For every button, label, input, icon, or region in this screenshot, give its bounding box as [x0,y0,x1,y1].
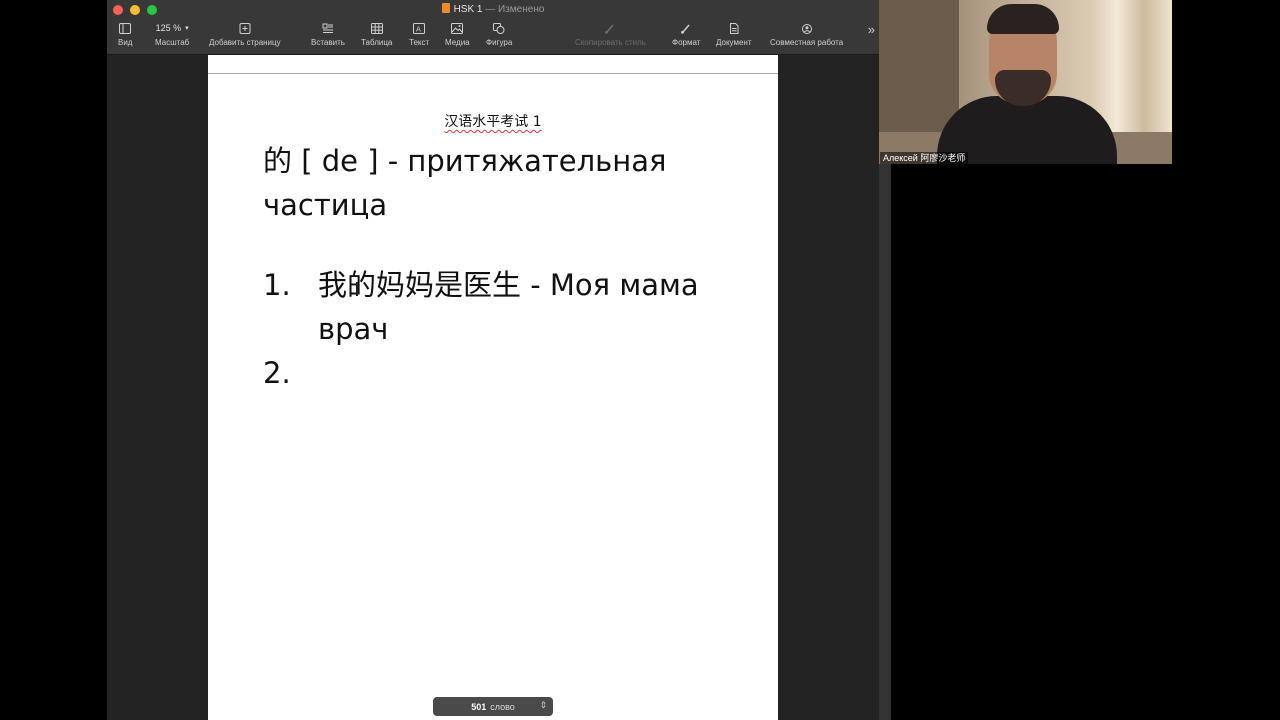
chevron-updown-icon: ⇕ [539,700,547,710]
media-label: Медиа [445,38,470,47]
webcam-video: Алексей 阿廖沙老师 [879,0,1172,164]
document-label: Документ [716,38,752,47]
document-heading[interactable]: 的 [ de ] - притяжательная частица [263,139,733,227]
add-page-button[interactable]: Добавить страницу [209,22,281,52]
image-icon [450,22,464,34]
window-title: HSK 1 — Изменено [107,3,879,15]
format-label: Формат [672,38,701,47]
shape-icon [492,22,506,34]
zoom-value: 125 % [155,23,182,33]
text-cursor-icon [356,282,358,296]
numbered-list: 1. 我的妈妈是医生 - Моя мама врач 2. [263,263,733,390]
document-icon [441,3,450,13]
word-count-unit: слово [490,701,515,712]
collaborate-button[interactable]: Совместная работа [770,22,843,52]
list-number: 1. [263,268,291,302]
header-text: 汉语水平考试 1 [444,114,542,130]
chevron-down-icon: ▾ [185,25,189,32]
insert-button[interactable]: Вставить [311,22,345,52]
zoom-label: Масштаб [155,38,190,47]
participant-name: Алексей 阿廖沙老师 [880,152,969,164]
insert-label: Вставить [311,38,345,47]
list-item-text: 我的妈妈是医生 - Моя мама врач [318,268,699,346]
toolbar: HSK 1 — Изменено Вид 125 % ▾ Масштаб Доба… [107,0,879,55]
text-label: Текст [409,38,430,47]
document-status: Изменено [498,4,545,15]
add-page-label: Добавить страницу [209,38,281,47]
list-number: 2. [263,356,291,390]
word-count-number: 501 [471,701,487,712]
copy-style-button[interactable]: Скопировать стиль [575,22,646,52]
pages-window: HSK 1 — Изменено Вид 125 % ▾ Масштаб Доба… [107,0,879,720]
shape-label: Фигура [486,38,513,47]
add-page-icon [238,22,252,34]
chevron-right-double-icon[interactable]: » [868,22,875,37]
word-count-popup[interactable]: 501 слово ⇕ [433,697,553,716]
document-button[interactable]: Документ [716,22,752,52]
document-header[interactable]: 汉语水平考试 1 [208,111,778,131]
collaborate-label: Совместная работа [770,38,844,47]
document-name: HSK 1 [453,4,483,15]
shape-button[interactable]: Фигура [486,22,512,52]
paintbrush-icon [679,22,693,34]
collaborate-icon [800,22,814,34]
document-page[interactable]: 汉语水平考试 1 的 [ de ] - притяжательная части… [208,55,778,720]
participant-hair [987,4,1059,34]
page-divider [208,73,778,74]
format-button[interactable]: Формат [672,22,700,52]
brush-icon [603,22,617,34]
copy-style-label: Скопировать стиль [575,38,646,47]
screen: HSK 1 — Изменено Вид 125 % ▾ Масштаб Доба… [0,0,1280,720]
table-button[interactable]: Таблица [361,22,392,52]
view-button[interactable]: Вид [118,22,132,52]
title-separator: — [485,4,496,15]
sidebar-icon [118,22,132,34]
text-box-icon: A [412,22,426,34]
media-button[interactable]: Медиа [445,22,470,52]
zoom-dropdown[interactable]: 125 % ▾ Масштаб [155,22,189,52]
scrollbar-track[interactable] [879,164,891,720]
view-label: Вид [118,38,133,47]
svg-text:A: A [416,25,421,33]
text-button[interactable]: A Текст [409,22,429,52]
insert-icon [321,22,335,34]
document-icon [727,22,741,34]
table-label: Таблица [361,38,393,47]
table-icon [370,22,384,34]
list-item[interactable]: 1. 我的妈妈是医生 - Моя мама врач [263,263,733,351]
